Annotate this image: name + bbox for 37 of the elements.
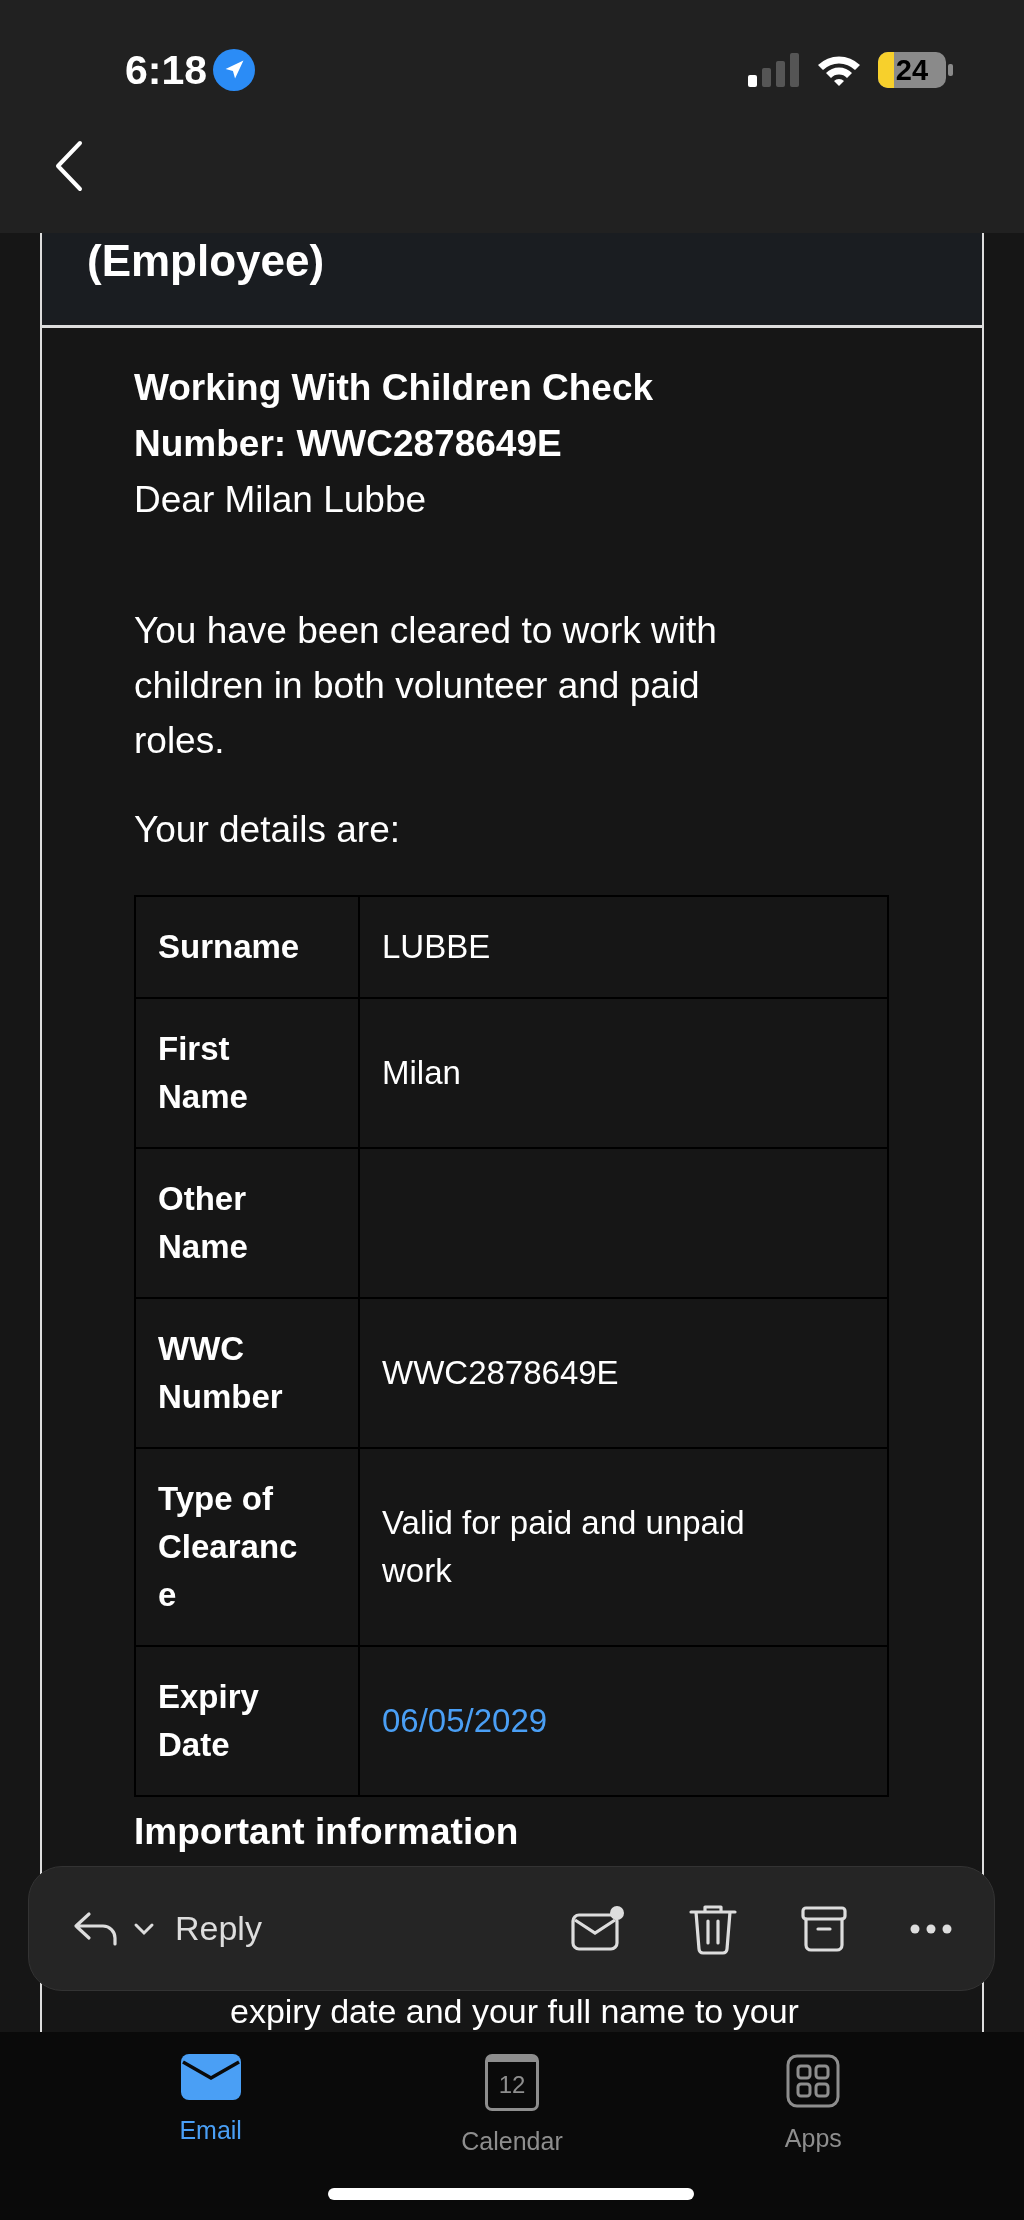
archive-box-icon[interactable] [800,1904,848,1953]
email-title: Working With Children Check Number: WWC2878649E [134,366,655,466]
tab-item[interactable]: 12 Calendar [412,2054,612,2156]
signal-icon [748,53,800,87]
battery-icon [878,52,953,88]
calendar-date: 12 [498,2071,526,2099]
field-label-cell: First Name [135,998,359,1148]
reply-button[interactable]: Reply [169,1909,262,1948]
clock-time: 6:18 [125,46,208,94]
app-grid-icon [786,2054,841,2108]
message-text: You have been cleared to work with children in both volunteer and paid roles. [134,609,718,763]
back-chevron-icon[interactable] [54,140,84,192]
email-heading: (Employee) [87,235,325,287]
details-intro-text: Your details are: [134,808,402,852]
body-text: expiry date and your full name to your [230,1993,799,2029]
field-label-cell: Expiry Date [135,1646,359,1796]
reply-arrow-icon[interactable] [73,1910,119,1947]
field-value-cell: LUBBE [359,896,888,998]
wifi-icon [816,53,862,87]
field-label-cell: Surname [135,896,359,998]
mark-unread-icon[interactable] [570,1904,626,1953]
battery-percentage: 24 [895,54,929,86]
field-value-cell: WWC2878649E [359,1298,888,1448]
envelope-icon [180,2054,241,2100]
date-link[interactable]: 06/05/2029 [382,1702,548,1739]
field-label-cell: Type of Clearance [135,1448,359,1646]
tab-item[interactable]: Email [110,2054,311,2145]
section-heading: Important information [134,1810,520,1854]
chevron-down-icon[interactable] [133,1921,155,1936]
tab-item[interactable]: Apps [713,2054,914,2153]
trash-icon[interactable] [688,1902,738,1955]
field-value-cell: Milan [359,998,888,1148]
field-value-cell: Valid for paid and unpaid work [359,1448,888,1646]
more-options-icon[interactable] [910,1923,952,1934]
greeting-text: Dear Milan Lubbe [134,478,428,522]
field-label-cell: Other Name [135,1148,359,1298]
field-label-cell: WWC Number [135,1298,359,1448]
